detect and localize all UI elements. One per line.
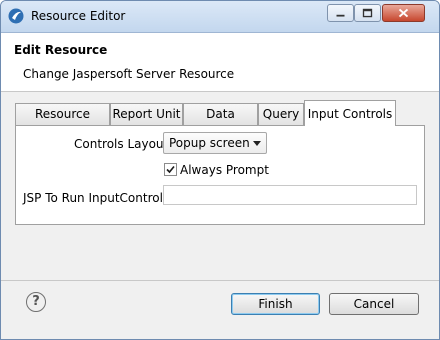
chevron-down-icon [253, 141, 261, 146]
always-prompt-checkbox[interactable] [164, 163, 177, 176]
title-bar[interactable]: Resource Editor [1, 1, 439, 33]
window-title: Resource Editor [31, 9, 126, 23]
maximize-button[interactable] [354, 4, 381, 22]
controls-layout-label: Controls Layout [74, 137, 169, 151]
tab-data-source[interactable]: Data Source [183, 103, 258, 142]
header-title: Edit Resource [14, 43, 108, 57]
jsp-input-controls-field[interactable] [163, 185, 417, 205]
controls-layout-value: Popup screen [169, 136, 250, 150]
close-icon [398, 8, 409, 18]
tab-report-unit[interactable]: Report Unit [110, 103, 183, 125]
finish-button[interactable]: Finish [231, 293, 320, 315]
tab-input-controls[interactable]: Input Controls [304, 100, 396, 126]
tab-query[interactable]: Query [258, 103, 304, 125]
dialog-header: Edit Resource Change Jaspersoft Server R… [1, 33, 439, 92]
minimize-icon [336, 14, 345, 17]
jsp-input-controls-label: JSP To Run InputControls [23, 191, 170, 205]
checkmark-icon [166, 165, 175, 174]
help-icon[interactable]: ? [26, 292, 46, 312]
resource-editor-window: Resource Editor Edit Resource Change Jas… [0, 0, 440, 340]
minimize-button[interactable] [327, 4, 354, 22]
controls-layout-select[interactable]: Popup screen [163, 132, 267, 154]
header-subtitle: Change Jaspersoft Server Resource [23, 67, 235, 81]
tab-resource-editor[interactable]: Resource Editor [15, 103, 110, 142]
cancel-button[interactable]: Cancel [329, 293, 419, 315]
footer-divider [1, 280, 439, 281]
jasper-app-icon [8, 8, 24, 24]
maximize-icon [362, 8, 373, 18]
close-button[interactable] [382, 4, 425, 22]
always-prompt-label[interactable]: Always Prompt [180, 163, 269, 177]
